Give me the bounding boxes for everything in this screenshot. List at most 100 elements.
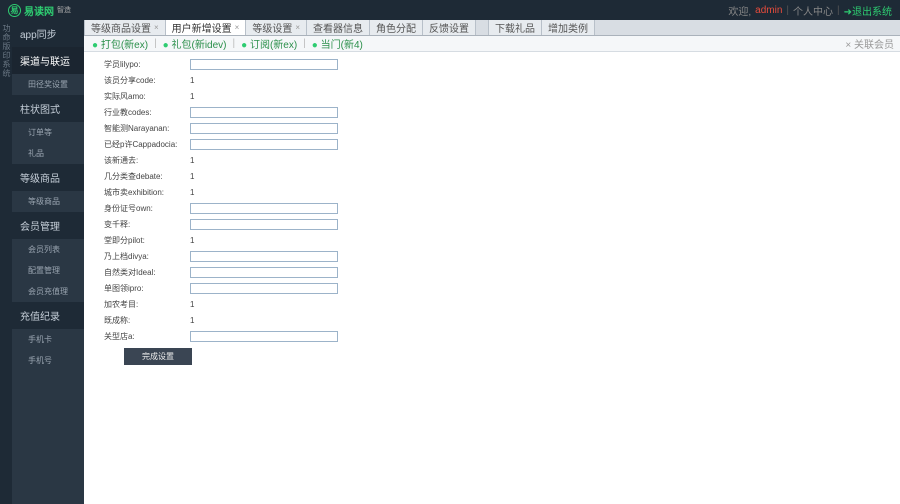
close-icon[interactable]: × — [235, 23, 240, 32]
tool-sep: | — [233, 38, 236, 49]
main: 等级商品设置×用户新增设置×等级设置×查看器信息角色分配反馈设置 下载礼品增加类… — [84, 20, 900, 504]
form-row: 几分类查debate:1 — [104, 170, 880, 182]
form-value: 1 — [190, 76, 194, 85]
tool-door[interactable]: ● 当门(新4) — [310, 36, 365, 51]
form-label: 智能测Narayanan: — [104, 123, 190, 134]
tab-7[interactable]: 下载礼品 — [489, 20, 542, 35]
tool-pack[interactable]: ● 打包(新ex) — [90, 36, 150, 51]
toolbar: ● 打包(新ex) | ● 礼包(新idev) | ● 订阅(新ex) | ● … — [84, 36, 900, 52]
tool-sub[interactable]: ● 订阅(新ex) — [239, 36, 299, 51]
form-input-9[interactable] — [190, 203, 338, 214]
form-row: 该新通去:1 — [104, 154, 880, 166]
form-row: 堂即分pilot:1 — [104, 234, 880, 246]
form-input-13[interactable] — [190, 267, 338, 278]
form-input-0[interactable] — [190, 59, 338, 70]
form-label: 自然类对Ideal: — [104, 267, 190, 278]
form-row: 身份证号own: — [104, 202, 880, 214]
tab-4[interactable]: 角色分配 — [370, 20, 423, 35]
logo-icon: 易 — [8, 4, 21, 17]
form-row: 加农考目:1 — [104, 298, 880, 310]
menu-recharge[interactable]: 充值纪录 — [12, 302, 84, 329]
close-icon[interactable]: × — [295, 23, 300, 32]
form-label: 已经p许Cappadocia: — [104, 139, 190, 150]
form-label: 城市卖exhibition: — [104, 187, 190, 198]
form-value: 1 — [190, 92, 194, 101]
form-row: 城市卖exhibition:1 — [104, 186, 880, 198]
form-row: 已经p许Cappadocia: — [104, 138, 880, 150]
tool-gift[interactable]: ● 礼包(新idev) — [161, 36, 229, 51]
admin-name: admin — [755, 5, 782, 16]
menu-member-s1[interactable]: 配置管理 — [12, 260, 84, 281]
form-label: 该新通去: — [104, 155, 190, 166]
form-row: 行业教codes: — [104, 106, 880, 118]
form-value: 1 — [190, 236, 194, 245]
form-row: 既成称:1 — [104, 314, 880, 326]
form-row: 单图领ipro: — [104, 282, 880, 294]
menu-channel-sub[interactable]: 田径奖设置 — [12, 74, 84, 95]
side-menu: app同步 渠道与联运 田径奖设置 柱状图式 订单等 礼品 等级商品 等级商品 … — [12, 20, 84, 504]
form-row: 该员分享code:1 — [104, 74, 880, 86]
form-label: 身份证号own: — [104, 203, 190, 214]
form-label: 乃上档divya: — [104, 251, 190, 262]
toolbar-left: ● 打包(新ex) | ● 礼包(新idev) | ● 订阅(新ex) | ● … — [90, 36, 365, 51]
logo-sub: 智造 — [57, 5, 71, 15]
tab-3[interactable]: 查看器信息 — [307, 20, 370, 35]
form-label: 加农考目: — [104, 299, 190, 310]
tool-sep: | — [303, 38, 306, 49]
logo-text: 易读网 — [24, 3, 54, 18]
exit-link[interactable]: ➜退出系统 — [844, 3, 892, 18]
form-input-14[interactable] — [190, 283, 338, 294]
menu-chart-s1[interactable]: 礼品 — [12, 143, 84, 164]
menu-member-s2[interactable]: 会员充值理 — [12, 281, 84, 302]
layout: 功命版印系统 app同步 渠道与联运 田径奖设置 柱状图式 订单等 礼品 等级商… — [0, 20, 900, 504]
tab-6[interactable] — [476, 20, 489, 35]
menu-level-s0[interactable]: 等级商品 — [12, 191, 84, 212]
form-label: 单图领ipro: — [104, 283, 190, 294]
tab-2[interactable]: 等级设置× — [246, 20, 307, 35]
logo: 易 易读网 — [8, 3, 54, 18]
form-label: 堂即分pilot: — [104, 235, 190, 246]
menu-level[interactable]: 等级商品 — [12, 164, 84, 191]
side-column: 功命版印系统 — [0, 20, 12, 504]
form-label: 几分类查debate: — [104, 171, 190, 182]
button-row: 完成设置 — [104, 348, 880, 365]
form-row: 自然类对Ideal: — [104, 266, 880, 278]
form-input-17[interactable] — [190, 331, 338, 342]
close-icon[interactable]: × — [154, 23, 159, 32]
menu-recharge-s0[interactable]: 手机卡 — [12, 329, 84, 350]
form-value: 1 — [190, 156, 194, 165]
form-label: 实际风amo: — [104, 91, 190, 102]
tab-8[interactable]: 增加类例 — [542, 20, 595, 35]
menu-recharge-s1[interactable]: 手机号 — [12, 350, 84, 371]
form-row: 智能测Narayanan: — [104, 122, 880, 134]
form-input-4[interactable] — [190, 123, 338, 134]
toolbar-right[interactable]: × 关联会员 — [845, 36, 894, 51]
form-row: 实际风amo:1 — [104, 90, 880, 102]
form-input-10[interactable] — [190, 219, 338, 230]
menu-member-s0[interactable]: 会员列表 — [12, 239, 84, 260]
menu-channel[interactable]: 渠道与联运 — [12, 47, 84, 74]
menu-chart[interactable]: 柱状图式 — [12, 95, 84, 122]
top-bar: 易 易读网 智造 欢迎, admin | 个人中心 | ➜退出系统 — [0, 0, 900, 20]
submit-button[interactable]: 完成设置 — [124, 348, 192, 365]
form-input-5[interactable] — [190, 139, 338, 150]
welcome-label: 欢迎, — [728, 3, 751, 18]
menu-member[interactable]: 会员管理 — [12, 212, 84, 239]
tab-1[interactable]: 用户新增设置× — [166, 20, 247, 35]
tab-5[interactable]: 反馈设置 — [423, 20, 476, 35]
form-value: 1 — [190, 316, 194, 325]
tab-bar: 等级商品设置×用户新增设置×等级设置×查看器信息角色分配反馈设置 下载礼品增加类… — [84, 20, 900, 36]
form-input-12[interactable] — [190, 251, 338, 262]
form-area: 学员lilypo:该员分享code:1实际风amo:1行业教codes:智能测N… — [84, 52, 900, 504]
form-input-3[interactable] — [190, 107, 338, 118]
personal-center-link[interactable]: 个人中心 — [793, 3, 833, 18]
sep: | — [786, 5, 789, 16]
menu-chart-s0[interactable]: 订单等 — [12, 122, 84, 143]
form-label: 该员分享code: — [104, 75, 190, 86]
tab-0[interactable]: 等级商品设置× — [84, 20, 166, 35]
form-row: 学员lilypo: — [104, 58, 880, 70]
form-row: 变千释: — [104, 218, 880, 230]
form-label: 关型店a: — [104, 331, 190, 342]
menu-app-sync[interactable]: app同步 — [12, 20, 84, 47]
form-value: 1 — [190, 188, 194, 197]
